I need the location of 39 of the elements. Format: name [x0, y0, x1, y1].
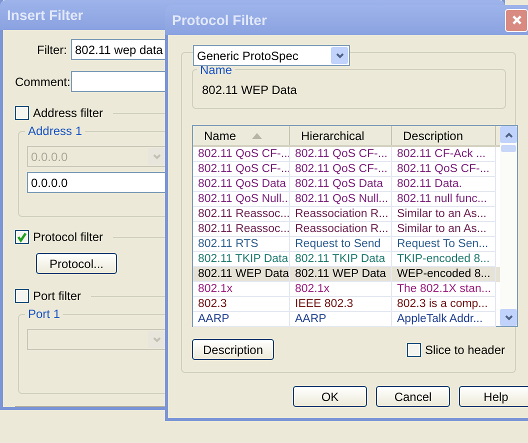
table-row[interactable]: 802.11 WEP Data 802.11 WEP Data WEP-encoded 8... [193, 267, 500, 282]
column-header[interactable]: Description [392, 126, 496, 145]
dialog-button[interactable]: Cancel [376, 386, 450, 407]
checkbox[interactable] [15, 289, 29, 303]
column-header[interactable]: Hierarchical [290, 126, 392, 145]
table-row[interactable]: AARP AARP AppleTalk Addr... [193, 312, 500, 327]
checkbox-label: Address filter [33, 106, 104, 120]
close-icon[interactable] [505, 8, 528, 32]
table-row[interactable]: 802.3 IEEE 802.3 802.3 is a comp... [193, 297, 500, 312]
dialog-button[interactable]: Help [459, 386, 528, 407]
group-title: Port 1 [25, 307, 64, 321]
window-title: Insert Filter [7, 7, 84, 23]
checkbox[interactable] [15, 106, 29, 120]
sort-arrow-icon [252, 132, 262, 138]
field-label: Comment: [15, 74, 67, 88]
table-row[interactable]: 802.11 QoS Data 802.11 QoS Data 802.11 Data. [193, 177, 500, 192]
dialog-button[interactable]: OK [293, 386, 367, 407]
checkbox-label: Protocol filter [33, 230, 104, 244]
checkbox[interactable] [15, 230, 29, 244]
scroll-thumb[interactable] [501, 145, 516, 152]
checkbox[interactable] [406, 342, 421, 356]
column-header[interactable]: Name [193, 126, 290, 145]
scrollbar[interactable] [500, 126, 517, 326]
group-title: Address 1 [25, 124, 86, 138]
checkbox-label: Port filter [33, 289, 82, 303]
table-row[interactable]: 802.11 RTS Request to Send Request To Sen... [193, 237, 500, 252]
table-row[interactable]: 802.11 QoS Null... 802.11 QoS Null... 802.11 null func... [193, 192, 500, 207]
spec-dropdown[interactable]: Generic ProtoSpec [193, 45, 350, 66]
table-row[interactable]: 802.11 Reassoc... Reassociation R... Similar to an As... [193, 207, 500, 222]
protocol-button[interactable]: Protocol... [36, 253, 117, 274]
scroll-up-icon[interactable] [500, 126, 517, 143]
description-button[interactable]: Description [192, 339, 274, 360]
checkbox-label: Slice to header [424, 342, 505, 356]
table-row[interactable]: 802.1x 802.1x The 802.1X stan... [193, 282, 500, 297]
window-title: Protocol Filter [172, 12, 267, 28]
field-label: Filter: [36, 42, 67, 56]
scroll-down-icon[interactable] [500, 309, 517, 326]
protocol-name: 802.11 WEP Data [202, 83, 297, 97]
table-row[interactable]: 802.11 Reassoc... Reassociation R... Similar to an As... [193, 222, 500, 237]
